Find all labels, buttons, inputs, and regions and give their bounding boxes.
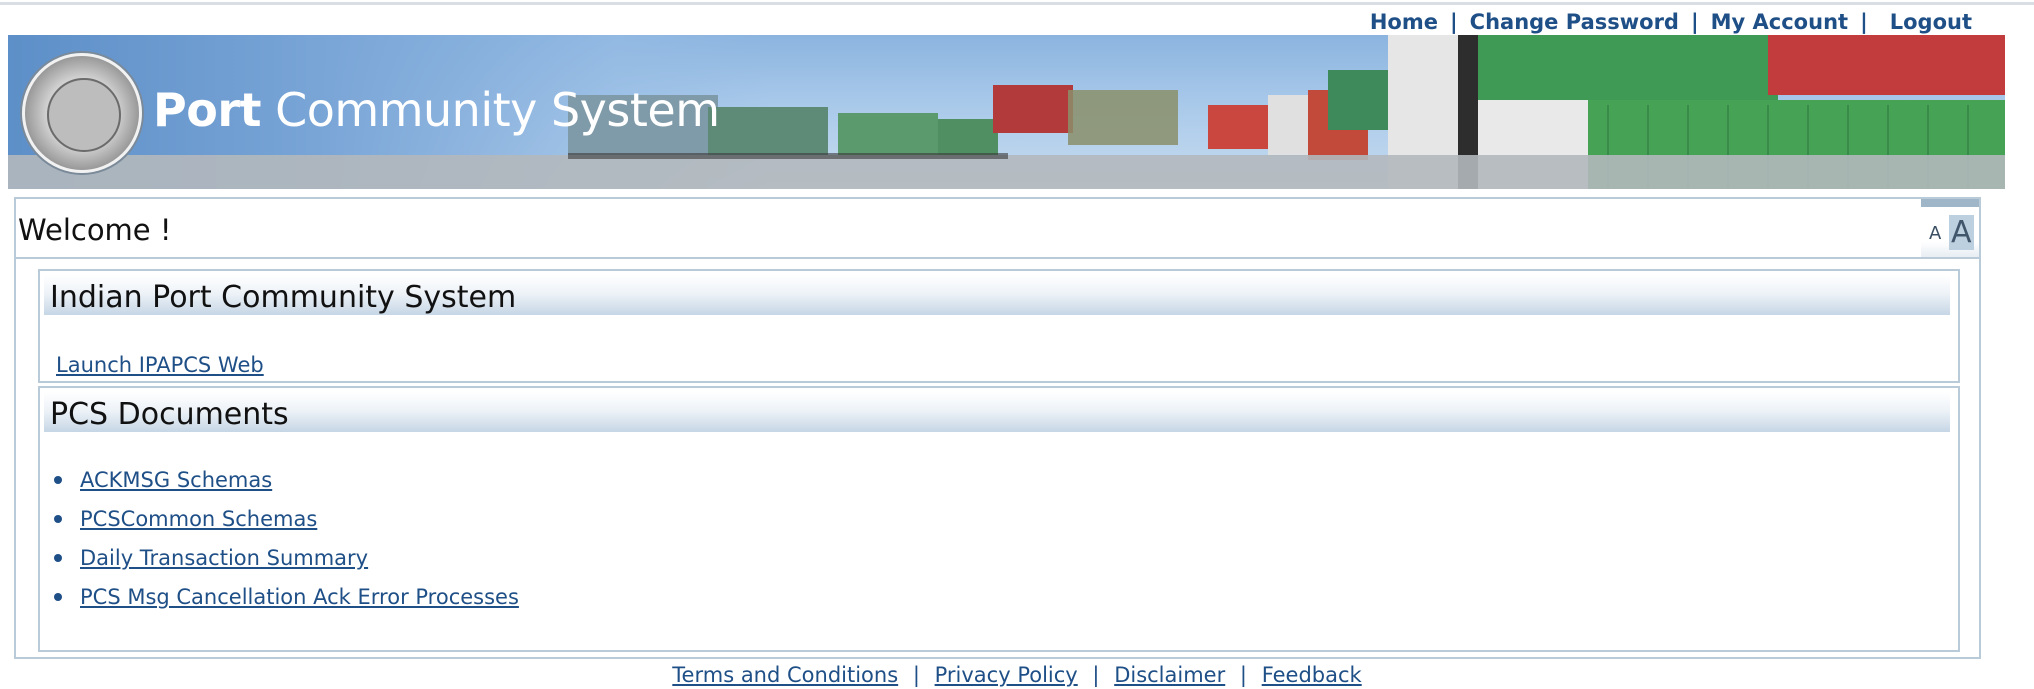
- footer-separator: |: [1092, 663, 1100, 687]
- pcs-documents-section: PCS Documents ACKMSG Schemas PCSCommon S…: [38, 386, 1960, 652]
- top-navigation: Home | Change Password | My Account | Lo…: [1370, 10, 1972, 34]
- header-banner: Port Community System: [8, 35, 2005, 189]
- daily-transaction-summary-link[interactable]: Daily Transaction Summary: [80, 546, 368, 570]
- pcscommon-schemas-link[interactable]: PCSCommon Schemas: [80, 507, 317, 531]
- privacy-policy-link[interactable]: Privacy Policy: [935, 663, 1078, 687]
- list-item: PCS Msg Cancellation Ack Error Processes: [50, 577, 519, 616]
- ipcs-section: Indian Port Community System Launch IPAP…: [38, 269, 1960, 383]
- bullet-icon: [54, 553, 62, 562]
- site-title-rest: Community System: [275, 83, 720, 137]
- my-account-link[interactable]: My Account: [1711, 10, 1848, 34]
- pcs-documents-header: PCS Documents: [44, 392, 1950, 432]
- nav-separator: |: [1450, 10, 1458, 34]
- footer-separator: |: [1239, 663, 1247, 687]
- welcome-heading: Welcome !: [18, 213, 172, 247]
- logout-link[interactable]: Logout: [1890, 10, 1972, 34]
- seal-ship-emblem: [47, 78, 121, 152]
- home-link[interactable]: Home: [1370, 10, 1438, 34]
- font-size-control: A A: [1921, 199, 1979, 257]
- list-item: PCSCommon Schemas: [50, 499, 519, 538]
- welcome-bar: Welcome ! A A: [16, 199, 1979, 259]
- bullet-icon: [54, 592, 62, 601]
- site-title-bold: Port: [153, 83, 262, 137]
- pcs-msg-cancellation-link[interactable]: PCS Msg Cancellation Ack Error Processes: [80, 585, 519, 609]
- pcs-documents-list: ACKMSG Schemas PCSCommon Schemas Daily T…: [50, 460, 519, 616]
- main-panel: Welcome ! A A Indian Port Community Syst…: [14, 197, 1981, 659]
- feedback-link[interactable]: Feedback: [1262, 663, 1362, 687]
- decrease-font-button[interactable]: A: [1929, 223, 1941, 244]
- launch-ipapcs-web-link[interactable]: Launch IPAPCS Web: [56, 353, 264, 377]
- nav-separator: |: [1860, 10, 1868, 34]
- site-title: Port Community System: [153, 83, 720, 137]
- terms-link[interactable]: Terms and Conditions: [672, 663, 898, 687]
- association-seal-logo: [22, 53, 142, 173]
- increase-font-button[interactable]: A: [1949, 215, 1974, 250]
- bullet-icon: [54, 514, 62, 523]
- nav-separator: |: [1690, 10, 1699, 34]
- footer-links: Terms and Conditions | Privacy Policy | …: [0, 663, 2034, 687]
- list-item: Daily Transaction Summary: [50, 538, 519, 577]
- top-divider: [0, 2, 2034, 5]
- bullet-icon: [54, 475, 62, 484]
- ipcs-section-title: Indian Port Community System: [50, 280, 517, 315]
- page: Home | Change Password | My Account | Lo…: [0, 0, 2034, 689]
- footer-separator: |: [912, 663, 920, 687]
- pcs-documents-title: PCS Documents: [50, 397, 289, 432]
- change-password-link[interactable]: Change Password: [1470, 10, 1679, 34]
- ipcs-section-header: Indian Port Community System: [44, 275, 1950, 315]
- disclaimer-link[interactable]: Disclaimer: [1114, 663, 1225, 687]
- ackmsg-schemas-link[interactable]: ACKMSG Schemas: [80, 468, 272, 492]
- list-item: ACKMSG Schemas: [50, 460, 519, 499]
